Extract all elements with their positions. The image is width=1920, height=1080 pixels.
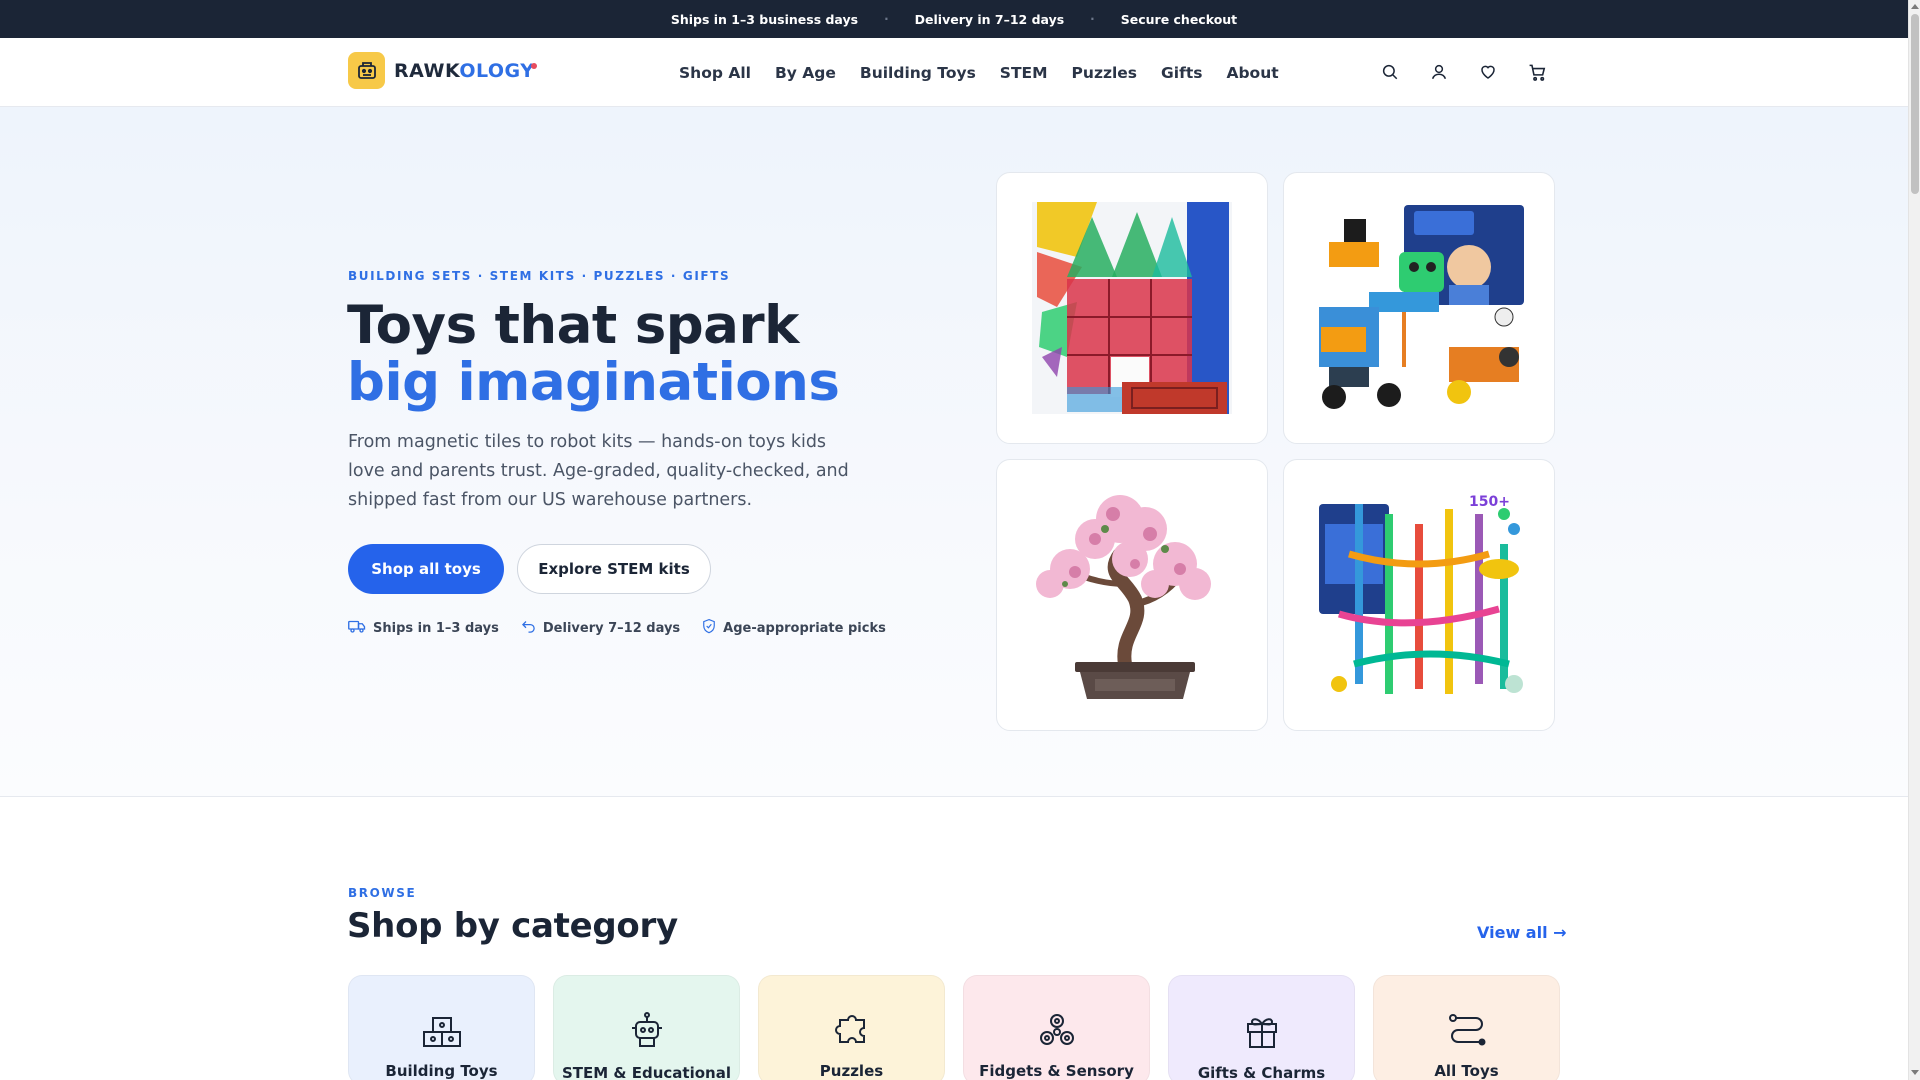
scrollbar-thumb[interactable] [1911, 14, 1919, 194]
product-tile[interactable] [996, 459, 1268, 731]
perk-age-label: Age-appropriate picks [723, 620, 886, 636]
robot-icon [629, 1012, 665, 1054]
category-stem-educational[interactable]: STEM & Educational [553, 975, 740, 1080]
product-tile[interactable] [1283, 172, 1555, 444]
main-nav: Shop All By Age Building Toys STEM Puzzl… [679, 38, 1279, 107]
nav-puzzles[interactable]: Puzzles [1072, 64, 1138, 82]
shop-by-category-title: Shop by category [347, 906, 678, 946]
category-label: All Toys [1434, 1062, 1499, 1080]
truck-icon [348, 619, 366, 637]
blocks-icon [422, 1012, 462, 1052]
site-header: RAWKOLOGY Shop All By Age Building Toys … [0, 38, 1908, 107]
category-building-toys[interactable]: Building Toys [348, 975, 535, 1080]
explore-stem-kits-button[interactable]: Explore STEM kits [517, 544, 711, 594]
nav-about[interactable]: About [1226, 64, 1278, 82]
product-tile[interactable] [996, 172, 1268, 444]
nav-by-age[interactable]: By Age [775, 64, 836, 82]
hero-perks: Ships in 1–3 days Delivery 7–12 days Age… [348, 618, 886, 638]
scroll-down-arrow-icon[interactable] [1911, 1070, 1919, 1075]
magnetic-tiles-image [1032, 202, 1232, 414]
path-icon [1447, 1012, 1487, 1052]
category-gifts-charms[interactable]: Gifts & Charms [1168, 975, 1355, 1080]
wishlist-icon[interactable] [1476, 60, 1500, 84]
category-label: Puzzles [819, 1062, 884, 1080]
logo-text-part1: RAWK [394, 59, 460, 82]
announcement-separator: · [1090, 12, 1095, 26]
hero-title-main: Toys that spark [347, 295, 799, 356]
view-all-link[interactable]: View all → [1477, 923, 1567, 942]
announcement-checkout: Secure checkout [1120, 11, 1238, 27]
perk-shipping-label: Ships in 1–3 days [373, 620, 499, 636]
category-label: Fidgets & Sensory [979, 1062, 1134, 1080]
return-icon [521, 619, 536, 638]
category-all-toys[interactable]: All Toys [1373, 975, 1560, 1080]
hero-title: Toys that spark big imaginations [347, 297, 907, 411]
category-label: Gifts & Charms [1197, 1064, 1326, 1080]
account-icon[interactable] [1427, 60, 1451, 84]
announcement-bar: Ships in 1–3 business days · Delivery in… [0, 0, 1908, 38]
flower-bonsai-image [1035, 495, 1211, 699]
fidget-icon [1038, 1012, 1076, 1052]
category-puzzles[interactable]: Puzzles [758, 975, 945, 1080]
announcement-delivery: Delivery in 7–12 days [914, 11, 1065, 27]
logo-mark-icon [348, 52, 385, 89]
hero-description: From magnetic tiles to robot kits — hand… [348, 432, 849, 510]
nav-gifts[interactable]: Gifts [1161, 64, 1202, 82]
category-fidgets-sensory[interactable]: Fidgets & Sensory [963, 975, 1150, 1080]
perk-delivery-label: Delivery 7–12 days [542, 620, 681, 636]
logo-sparkle-icon [531, 62, 538, 69]
hero-eyebrow: BUILDING SETS · STEM KITS · PUZZLES · GI… [348, 269, 731, 283]
announcement-separator: · [884, 12, 889, 26]
hero-title-accent: big imaginations [347, 352, 840, 413]
announcement-shipping: Ships in 1–3 business days [670, 11, 859, 27]
perk-age: Age-appropriate picks [702, 618, 886, 638]
page-scrollbar[interactable] [1908, 0, 1920, 1080]
nav-stem[interactable]: STEM [1000, 64, 1048, 82]
browse-eyebrow: BROWSE [348, 886, 417, 900]
search-icon[interactable] [1378, 60, 1402, 84]
category-label: STEM & Educational [562, 1064, 731, 1080]
category-list: Building Toys STEM & Educational Puzzles… [348, 975, 1560, 1080]
scroll-up-arrow-icon[interactable] [1911, 4, 1919, 9]
shield-icon [702, 618, 716, 638]
cart-icon[interactable] [1525, 60, 1549, 84]
hero-section: BUILDING SETS · STEM KITS · PUZZLES · GI… [0, 107, 1908, 797]
puzzle-icon [834, 1012, 870, 1052]
header-actions [1378, 60, 1549, 84]
logo-text: RAWKOLOGY [394, 60, 540, 82]
perk-delivery: Delivery 7–12 days [521, 618, 680, 638]
marble-run-image: 150+ [1319, 494, 1523, 694]
svg-text:150+: 150+ [1469, 494, 1510, 510]
nav-building-toys[interactable]: Building Toys [860, 64, 976, 82]
product-tile[interactable]: 150+ [1283, 459, 1555, 731]
logo[interactable]: RAWKOLOGY [348, 52, 540, 89]
gift-icon [1244, 1012, 1280, 1054]
stem-robot-kit-image [1319, 205, 1524, 409]
hero-product-grid: 150+ [996, 172, 1555, 731]
shop-all-toys-button[interactable]: Shop all toys [348, 544, 504, 594]
perk-shipping: Ships in 1–3 days [348, 618, 499, 638]
logo-text-part2: OLOGY [459, 59, 535, 82]
nav-shop-all[interactable]: Shop All [679, 64, 751, 82]
category-label: Building Toys [385, 1062, 498, 1080]
